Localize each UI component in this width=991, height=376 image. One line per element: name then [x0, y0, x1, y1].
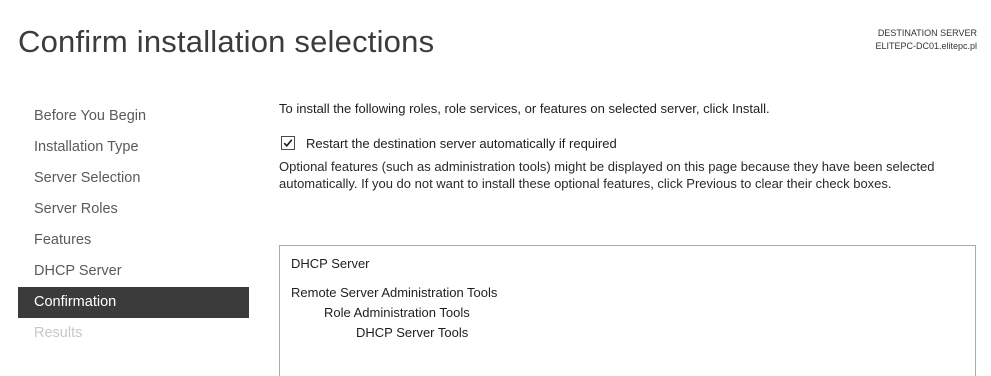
nav-item-server-selection[interactable]: Server Selection [18, 163, 249, 194]
destination-label: DESTINATION SERVER [877, 28, 977, 38]
intro-text: To install the following roles, role ser… [279, 101, 770, 116]
destination-server-name: ELITEPC-DC01.elitepc.pl [875, 41, 977, 51]
nav-item-server-roles[interactable]: Server Roles [18, 194, 249, 225]
nav-item-results: Results [34, 325, 83, 341]
wizard-nav: Before You Begin Installation Type Serve… [18, 101, 249, 349]
nav-item-before-you-begin[interactable]: Before You Begin [18, 101, 249, 132]
list-item: Role Administration Tools [324, 305, 470, 320]
selections-list: DHCP Server Remote Server Administration… [279, 245, 976, 376]
nav-item-confirmation[interactable]: Confirmation [18, 287, 249, 318]
list-item: DHCP Server [291, 256, 370, 271]
optional-features-note: Optional features (such as administratio… [279, 159, 935, 191]
restart-checkbox-label: Restart the destination server automatic… [306, 135, 617, 151]
page-title: Confirm installation selections [18, 24, 435, 59]
checkmark-icon [283, 139, 293, 147]
nav-item-dhcp-server[interactable]: DHCP Server [18, 256, 249, 287]
list-item: Remote Server Administration Tools [291, 285, 498, 300]
restart-checkbox-row[interactable]: Restart the destination server automatic… [279, 135, 984, 151]
restart-checkbox[interactable] [281, 136, 295, 150]
nav-item-installation-type[interactable]: Installation Type [18, 132, 249, 163]
main-content: To install the following roles, role ser… [279, 100, 984, 376]
destination-server-info: DESTINATION SERVER ELITEPC-DC01.elitepc.… [875, 27, 977, 53]
nav-item-features[interactable]: Features [18, 225, 249, 256]
list-item: DHCP Server Tools [356, 325, 469, 340]
confirm-installation-page: Confirm installation selections DESTINAT… [0, 0, 991, 376]
